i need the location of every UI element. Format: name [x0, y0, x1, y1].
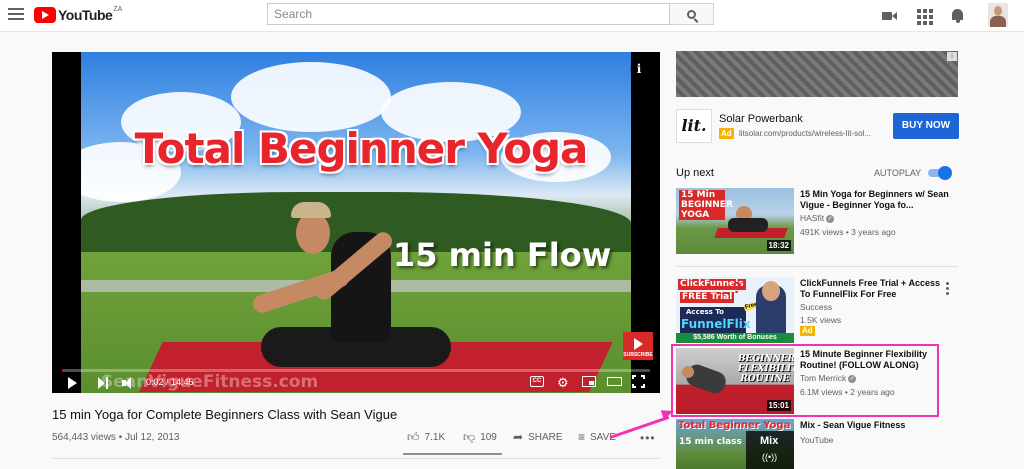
recommendation-thumbnail[interactable]: 15 Min BEGINNER YOGA 18:32	[676, 188, 794, 254]
ad-banner-image[interactable]	[676, 51, 958, 97]
info-icon[interactable]: i	[630, 60, 648, 78]
time-display: 0:02 / 14:45	[146, 377, 194, 387]
mix-thumbnail[interactable]: Total Beginner Yoga 15 min class Mix ((•…	[676, 419, 794, 469]
more-actions-icon[interactable]: •••	[640, 431, 656, 445]
subscribe-badge[interactable]: SUBSCRIBE	[623, 332, 653, 360]
recommendation-channel[interactable]: YouTube	[800, 435, 833, 445]
recommendation-title[interactable]: Mix - Sean Vigue Fitness	[800, 420, 950, 431]
search-box	[267, 3, 670, 25]
search-button[interactable]	[670, 3, 714, 25]
apps-grid-icon[interactable]	[917, 9, 933, 25]
ad-badge: Ad	[719, 128, 734, 139]
dislike-count: 109	[480, 432, 497, 443]
play-logo-icon	[34, 7, 56, 23]
fullscreen-icon[interactable]	[632, 375, 645, 388]
masthead: YouTube ZA	[0, 0, 1024, 32]
thumbnail-text: 15 min class	[679, 437, 742, 447]
share-arrow-icon: ➦	[513, 430, 524, 444]
next-icon[interactable]	[98, 377, 110, 389]
ad-badge: Ad	[800, 326, 815, 336]
divider	[52, 458, 660, 459]
advertiser-logo[interactable]: lit.	[676, 109, 712, 143]
mix-label: Mix	[760, 435, 779, 447]
autoplay-label: AUTOPLAY	[874, 168, 922, 178]
player-controls: 0:02 / 14:45 CC ⚙	[52, 372, 660, 393]
annotation-highlight-box	[671, 344, 939, 417]
search-icon	[687, 9, 696, 19]
youtube-logo[interactable]: YouTube ZA	[34, 5, 123, 23]
sentiment-bar	[403, 453, 502, 455]
ad-url[interactable]: litsolar.com/products/wireless-lit-sol..…	[739, 129, 871, 138]
thumbnail-text: FunnelFlix	[681, 317, 751, 331]
miniplayer-icon[interactable]	[582, 376, 596, 387]
dislike-button[interactable]: 👎︎ 109	[463, 430, 497, 445]
buy-now-button[interactable]: BUY NOW	[893, 113, 959, 139]
thumbnail-text: FREE Trial	[680, 292, 735, 303]
recommendation-thumbnail[interactable]: ClickFunnels FREE Trial ? Access To Funn…	[676, 277, 794, 343]
video-player[interactable]: Total Beginner Yoga 15 min Flow SeanVigu…	[52, 52, 660, 393]
recommendation-channel[interactable]: Success	[800, 302, 832, 312]
channel-name: HASfit	[800, 213, 825, 223]
notifications-bell-icon[interactable]	[950, 8, 966, 24]
thumbnail-text: Total Beginner Yoga	[678, 420, 791, 431]
playlist-add-icon: ≡	[578, 430, 586, 444]
video-overlay-subtitle: 15 min Flow	[393, 236, 612, 274]
thumbnail-text: Access To	[686, 308, 724, 316]
ad-info-icon[interactable]: i	[947, 52, 957, 61]
settings-gear-icon[interactable]: ⚙	[557, 375, 569, 391]
ad-title[interactable]: Solar Powerbank	[719, 113, 803, 125]
recommendation-channel[interactable]: HASfit ✓	[800, 213, 835, 223]
up-next-heading: Up next	[676, 167, 714, 179]
video-frame: Total Beginner Yoga 15 min Flow SeanVigu…	[81, 52, 631, 393]
logo-country-code: ZA	[113, 5, 123, 13]
thumbs-up-icon: 👍︎	[407, 430, 420, 444]
video-title: 15 min Yoga for Complete Beginners Class…	[52, 407, 398, 422]
play-icon[interactable]	[68, 377, 77, 389]
like-count: 7.1K	[424, 432, 446, 443]
search-input[interactable]	[268, 4, 669, 24]
divider	[676, 266, 958, 267]
recommendation-title[interactable]: 15 Min Yoga for Beginners w/ Sean Vigue …	[800, 189, 950, 211]
menu-icon[interactable]	[8, 8, 24, 22]
thumbnail-text: 15 Min BEGINNER YOGA	[679, 190, 733, 220]
share-label: SHARE	[528, 431, 563, 443]
video-overlay-title: Total Beginner Yoga	[134, 124, 589, 173]
thumbs-down-icon: 👎︎	[463, 430, 476, 444]
broadcast-icon: ((•))	[762, 452, 778, 462]
recommendation-stats: 1.5K views	[800, 315, 842, 325]
share-button[interactable]: ➦ SHARE	[513, 430, 563, 444]
video-duration: 18:32	[766, 240, 791, 251]
recommendation-title[interactable]: ClickFunnels Free Trial + Access To Funn…	[800, 278, 950, 300]
recommendation-stats: 491K views • 3 years ago	[800, 227, 896, 237]
theater-mode-icon[interactable]	[607, 377, 622, 386]
video-meta: 564,443 views • Jul 12, 2013	[52, 432, 180, 443]
thumbnail-text: $5,586 Worth of Bonuses	[676, 333, 794, 343]
autoplay-toggle[interactable]	[928, 166, 952, 180]
like-button[interactable]: 👍︎ 7.1K	[407, 430, 445, 445]
account-avatar[interactable]	[988, 3, 1008, 27]
more-options-icon[interactable]	[946, 282, 950, 297]
logo-text: YouTube	[58, 7, 113, 23]
create-video-icon[interactable]	[882, 8, 898, 24]
verified-check-icon: ✓	[826, 214, 835, 223]
volume-icon[interactable]	[122, 377, 136, 389]
captions-button[interactable]: CC	[530, 376, 544, 387]
